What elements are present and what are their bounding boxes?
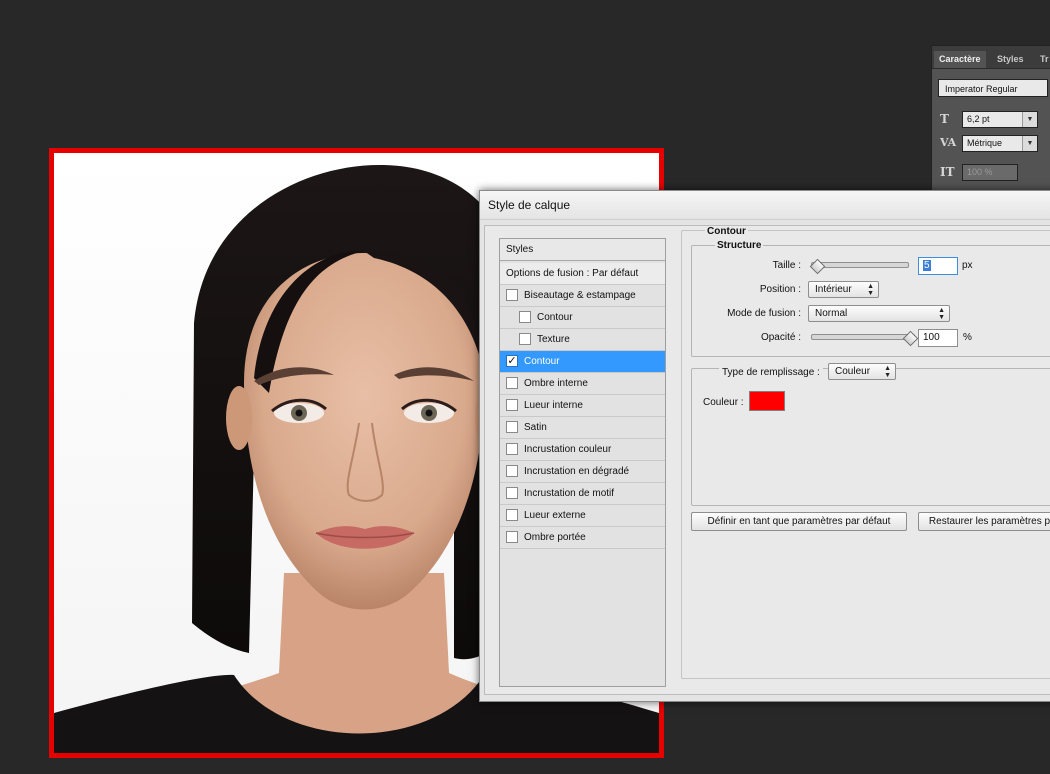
opacity-input[interactable]: 100 [918,329,958,347]
kerning-row: VA Métrique ▼ [938,135,1050,153]
style-item-label: Incrustation de motif [524,488,615,499]
opacity-slider[interactable] [811,334,915,340]
set-default-button[interactable]: Définir en tant que paramètres par défau… [691,512,907,531]
checkbox-satin[interactable] [506,421,518,433]
style-item-label: Contour [537,312,573,323]
up-down-arrows-icon: ▲ ▼ [884,365,891,379]
fill-type-select[interactable]: Couleur ▲ ▼ [828,363,896,380]
section-title: Contour [705,226,748,237]
checkmark-icon[interactable]: ✓ [506,355,518,367]
checkbox-biseautage[interactable] [506,289,518,301]
size-unit: px [962,260,973,271]
font-size-row: T 6,2 pt ▼ [938,111,1050,129]
vertical-scale-field[interactable]: 100 % [962,164,1018,181]
styles-list: Styles Options de fusion : Par défaut Bi… [499,238,666,687]
character-panel-tabs: Caractère Styles Tr [932,46,1050,69]
fill-type-group [691,368,1050,506]
checkbox-lueur-externe[interactable] [506,509,518,521]
vertical-scale-icon: IT [940,165,955,179]
style-item-label: Lueur interne [524,400,583,411]
blend-mode-value: Normal [815,308,848,319]
layer-style-dialog: Style de calque Styles Options de fusion… [479,190,1050,702]
checkbox-incrustation-degrade[interactable] [506,465,518,477]
up-down-arrows-icon: ▲ ▼ [938,307,945,321]
opacity-unit: % [963,332,972,343]
style-item-label: Texture [537,334,570,345]
style-item-incrustation-degrade[interactable]: Incrustation en dégradé [500,461,665,483]
structure-title: Structure [715,240,764,251]
style-item-label: Ombre interne [524,378,588,389]
checkbox-ombre-portee[interactable] [506,531,518,543]
styles-header[interactable]: Styles [500,239,665,261]
tab-tr[interactable]: Tr [1035,51,1050,68]
checkbox-ombre-interne[interactable] [506,377,518,389]
style-item-label: Contour [524,356,560,367]
checkbox-incrustation-couleur[interactable] [506,443,518,455]
up-down-arrows-icon: ▲ ▼ [867,283,874,297]
style-item-label: Incrustation en dégradé [524,466,630,477]
font-family-field[interactable]: Imperator Regular [938,79,1048,97]
restore-default-button[interactable]: Restaurer les paramètres p [918,512,1050,531]
font-size-icon: T [940,112,949,126]
kerning-field[interactable]: Métrique ▼ [962,135,1038,152]
stroke-color-swatch[interactable] [749,391,785,411]
dialog-inner: Styles Options de fusion : Par défaut Bi… [484,225,1050,695]
blend-options-item[interactable]: Options de fusion : Par défaut [500,263,665,285]
dialog-body: Styles Options de fusion : Par défaut Bi… [480,220,1050,701]
blend-mode-label: Mode de fusion : [727,308,801,319]
style-item-incrustation-motif[interactable]: Incrustation de motif [500,483,665,505]
blend-mode-select[interactable]: Normal ▲ ▼ [808,305,950,322]
font-size-field[interactable]: 6,2 pt ▼ [962,111,1038,128]
style-item-label: Incrustation couleur [524,444,612,455]
chevron-down-icon[interactable]: ▼ [1022,112,1037,127]
style-item-ombre-interne[interactable]: Ombre interne [500,373,665,395]
style-item-incrustation-couleur[interactable]: Incrustation couleur [500,439,665,461]
style-item-biseautage[interactable]: Biseautage & estampage [500,285,665,307]
position-select[interactable]: Intérieur ▲ ▼ [808,281,879,298]
position-value: Intérieur [815,284,852,295]
size-value: 5 [923,260,931,271]
checkbox-lueur-interne[interactable] [506,399,518,411]
size-slider[interactable] [811,262,909,268]
kerning-value: Métrique [967,138,1003,148]
style-item-contour-bevel[interactable]: Contour [500,307,665,329]
style-item-lueur-interne[interactable]: Lueur interne [500,395,665,417]
dialog-title[interactable]: Style de calque [480,191,1050,220]
style-item-label: Satin [524,422,547,433]
kerning-icon: VA [940,136,957,149]
checkbox-texture[interactable] [519,333,531,345]
fill-type-label: Type de remplissage : [719,367,823,378]
color-label: Couleur : [703,397,744,408]
chevron-down-icon[interactable]: ▼ [1022,136,1037,151]
style-item-texture[interactable]: Texture [500,329,665,351]
tab-caractere[interactable]: Caractère [934,51,986,68]
size-label: Taille : [772,260,801,271]
style-item-label: Ombre portée [524,532,586,543]
size-input[interactable]: 5 [918,257,958,275]
checkbox-contour-bevel[interactable] [519,311,531,323]
style-item-contour-stroke[interactable]: ✓ Contour [500,351,665,373]
opacity-label: Opacité : [760,332,801,343]
vertical-scale-row: IT 100 % [938,164,1050,182]
style-item-lueur-externe[interactable]: Lueur externe [500,505,665,527]
style-item-label: Lueur externe [524,510,586,521]
fill-type-value: Couleur [835,366,871,377]
tab-styles[interactable]: Styles [992,51,1029,68]
checkbox-incrustation-motif[interactable] [506,487,518,499]
style-item-satin[interactable]: Satin [500,417,665,439]
style-item-ombre-portee[interactable]: Ombre portée [500,527,665,549]
position-label: Position : [759,284,801,295]
style-item-label: Biseautage & estampage [524,290,636,301]
font-size-value: 6,2 pt [967,114,990,124]
